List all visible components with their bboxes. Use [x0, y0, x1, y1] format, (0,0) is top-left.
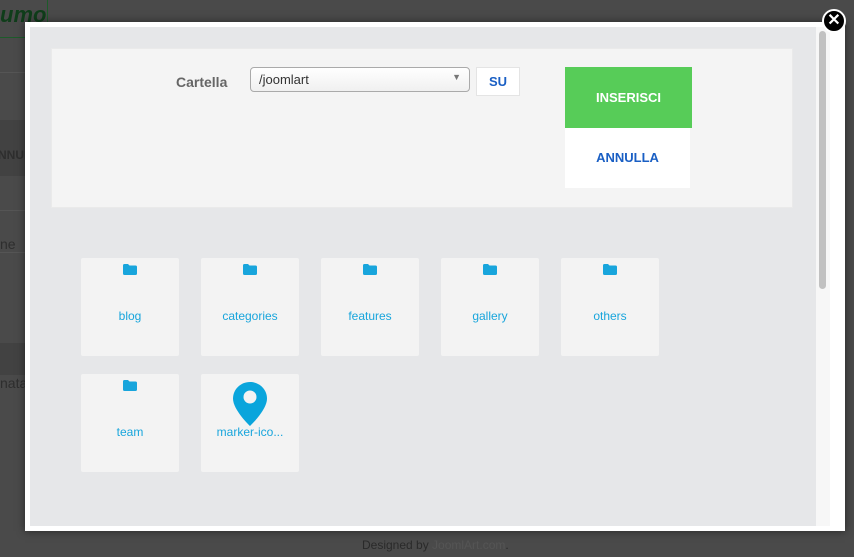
up-button[interactable]: SU: [476, 67, 520, 96]
tile-name: marker-ico...: [216, 425, 284, 439]
tile-name: others: [593, 309, 627, 323]
folder-select-value: /joomlart: [259, 72, 309, 87]
background-text: ne: [0, 236, 16, 252]
footer-text: Designed by: [362, 538, 433, 552]
folder-tile[interactable]: gallery: [441, 258, 539, 356]
folder-icon: [123, 378, 137, 391]
file-tile[interactable]: marker-ico...: [201, 374, 299, 472]
tile-name: categories: [222, 309, 278, 323]
tile-name: gallery: [472, 309, 508, 323]
folder-icon: [603, 262, 617, 275]
scrollbar[interactable]: [816, 27, 830, 526]
map-marker-icon: [233, 382, 267, 426]
cancel-button[interactable]: ANNULLA: [565, 128, 690, 188]
folder-icon: [483, 262, 497, 275]
folder-icon: [123, 262, 137, 275]
tile-name: blog: [118, 309, 142, 323]
folder-icon: [363, 262, 377, 275]
folder-tile[interactable]: features: [321, 258, 419, 356]
folder-icon: [243, 262, 257, 275]
media-dialog: Cartella /joomlart ▼ SU INSERISCI ANNULLA…: [25, 22, 845, 531]
folder-tile[interactable]: team: [81, 374, 179, 472]
chevron-down-icon: ▼: [452, 72, 461, 82]
tile-name: features: [348, 309, 392, 323]
folder-tile[interactable]: others: [561, 258, 659, 356]
folder-select[interactable]: /joomlart ▼: [250, 67, 470, 92]
tile-name: team: [116, 425, 144, 439]
folder-label: Cartella: [176, 74, 228, 90]
footer: Designed by JoomlArt.com.: [362, 538, 509, 552]
close-icon[interactable]: ✕: [822, 9, 846, 33]
insert-button[interactable]: INSERISCI: [565, 67, 692, 128]
footer-link[interactable]: JoomlArt.com: [432, 538, 505, 552]
folder-tile[interactable]: blog: [81, 258, 179, 356]
background-text: nata: [0, 375, 28, 391]
toolbar-panel: Cartella /joomlart ▼ SU INSERISCI ANNULLA: [51, 48, 793, 208]
dialog-content: Cartella /joomlart ▼ SU INSERISCI ANNULLA…: [30, 27, 816, 526]
footer-text: .: [505, 538, 509, 552]
folder-tile[interactable]: categories: [201, 258, 299, 356]
scrollbar-thumb[interactable]: [819, 31, 826, 289]
